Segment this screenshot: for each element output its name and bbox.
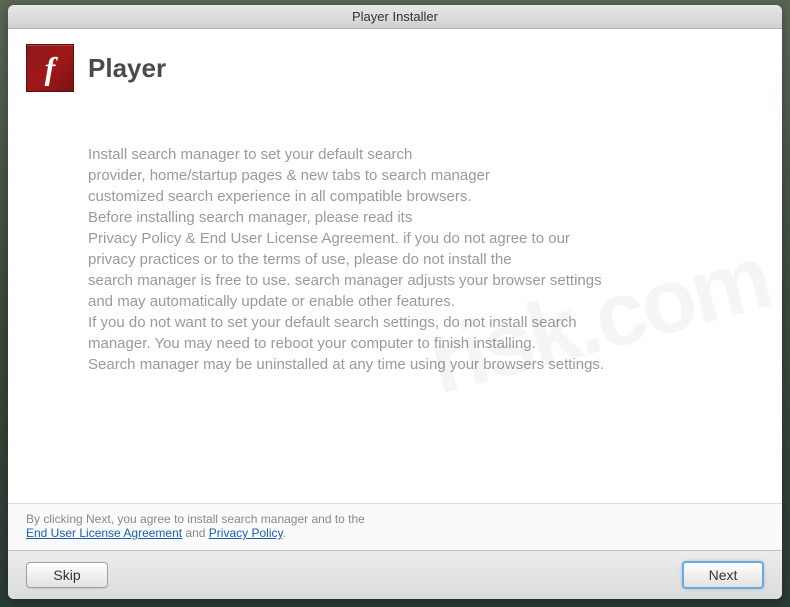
next-button[interactable]: Next xyxy=(682,561,764,589)
body-line: customized search experience in all comp… xyxy=(88,186,702,207)
window-titlebar: Player Installer xyxy=(8,5,782,29)
body-line: search manager is free to use. search ma… xyxy=(88,270,702,291)
spacer xyxy=(8,395,782,503)
body-line: Search manager may be uninstalled at any… xyxy=(88,354,702,375)
footer-and: and xyxy=(182,526,209,540)
privacy-policy-link[interactable]: Privacy Policy xyxy=(209,526,283,540)
skip-button[interactable]: Skip xyxy=(26,562,108,588)
flash-player-icon: f xyxy=(26,44,74,92)
body-line: and may automatically update or enable o… xyxy=(88,291,702,312)
eula-link[interactable]: End User License Agreement xyxy=(26,526,182,540)
header: f Player xyxy=(8,29,782,104)
installer-window: Player Installer f Player risk.com Insta… xyxy=(8,5,782,599)
body-line: privacy practices or to the terms of use… xyxy=(88,249,702,270)
footer-disclaimer: By clicking Next, you agree to install s… xyxy=(8,503,782,550)
app-title: Player xyxy=(88,53,166,84)
footer-prefix: By clicking Next, you agree to install s… xyxy=(26,512,365,526)
button-bar: Skip Next xyxy=(8,550,782,599)
footer-suffix: . xyxy=(283,526,286,540)
body-line: Before installing search manager, please… xyxy=(88,207,702,228)
content-area: f Player risk.com Install search manager… xyxy=(8,29,782,550)
body-line: If you do not want to set your default s… xyxy=(88,312,702,333)
body-line: Privacy Policy & End User License Agreem… xyxy=(88,228,702,249)
body-line: Install search manager to set your defau… xyxy=(88,144,702,165)
window-title: Player Installer xyxy=(352,9,438,24)
installer-description: Install search manager to set your defau… xyxy=(8,104,782,395)
body-line: provider, home/startup pages & new tabs … xyxy=(88,165,702,186)
body-line: manager. You may need to reboot your com… xyxy=(88,333,702,354)
